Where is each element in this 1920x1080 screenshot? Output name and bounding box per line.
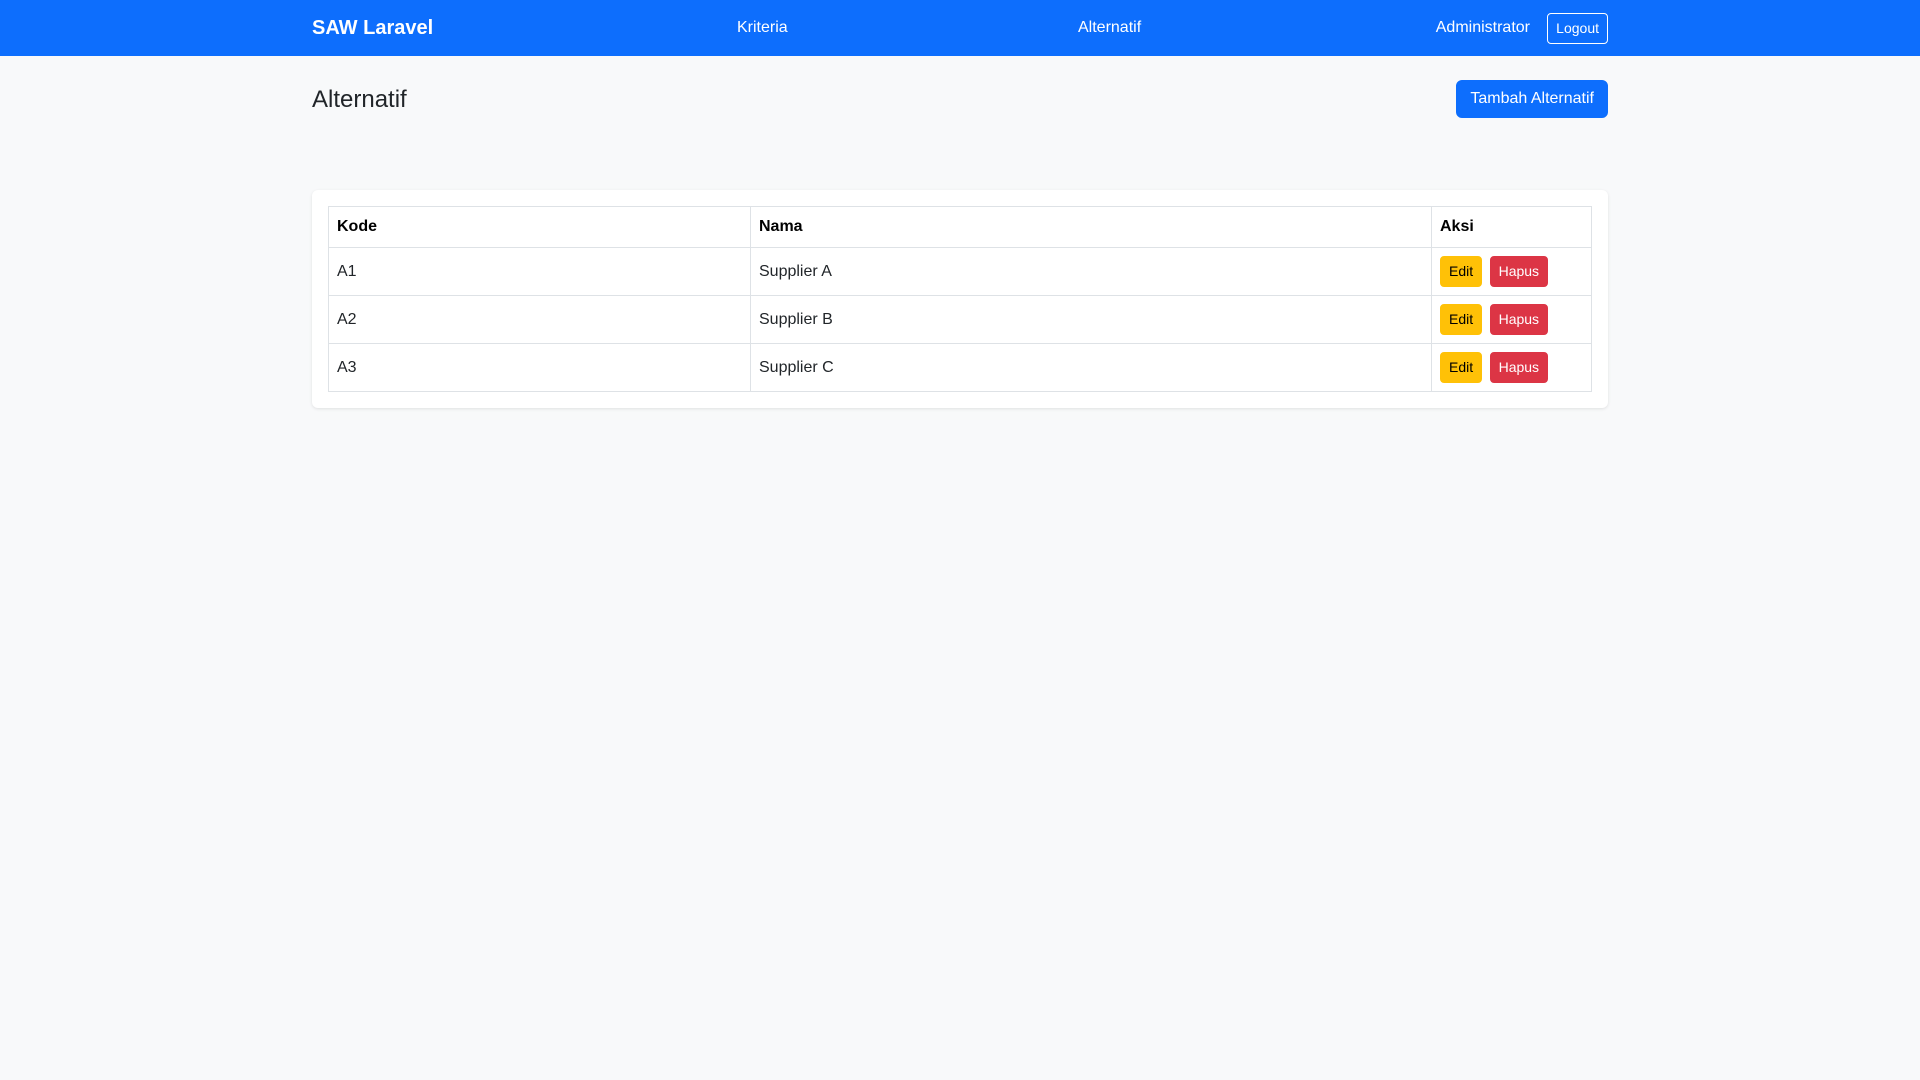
cell-kode: A2: [328, 295, 751, 344]
cell-nama: Supplier A: [750, 247, 1432, 296]
delete-button[interactable]: Hapus: [1489, 304, 1549, 335]
cell-aksi: Edit Hapus: [1431, 295, 1592, 344]
add-alternatif-button[interactable]: Tambah Alternatif: [1456, 80, 1608, 118]
cell-aksi: Edit Hapus: [1431, 247, 1592, 296]
cell-nama: Supplier C: [750, 343, 1432, 392]
edit-button[interactable]: Edit: [1440, 256, 1483, 287]
table-row: A2 Supplier B Edit Hapus: [328, 295, 1592, 344]
header-aksi: Aksi: [1431, 206, 1592, 248]
table-card: Kode Nama Aksi A1 Supplier A Edit Hapus …: [312, 190, 1608, 408]
nav-link-kriteria[interactable]: Kriteria: [737, 0, 788, 56]
table-header-row: Kode Nama Aksi: [328, 206, 1592, 248]
header-nama: Nama: [750, 206, 1432, 248]
edit-button[interactable]: Edit: [1440, 304, 1483, 335]
top-navbar: SAW Laravel Kriteria Alternatif Administ…: [0, 0, 1920, 56]
nav-link-alternatif[interactable]: Alternatif: [1078, 0, 1141, 56]
page-header: Alternatif Tambah Alternatif: [312, 56, 1608, 133]
page-title: Alternatif: [312, 86, 407, 113]
table-row: A1 Supplier A Edit Hapus: [328, 247, 1592, 296]
cell-aksi: Edit Hapus: [1431, 343, 1592, 392]
cell-nama: Supplier B: [750, 295, 1432, 344]
user-name: Administrator: [1435, 19, 1530, 36]
delete-button[interactable]: Hapus: [1489, 256, 1549, 287]
brand-link[interactable]: SAW Laravel: [312, 0, 433, 56]
alternatif-table: Kode Nama Aksi A1 Supplier A Edit Hapus …: [328, 206, 1592, 392]
header-kode: Kode: [328, 206, 751, 248]
cell-kode: A1: [328, 247, 751, 296]
table-row: A3 Supplier C Edit Hapus: [328, 343, 1592, 392]
main-content: Alternatif Tambah Alternatif Kode Nama A…: [312, 56, 1608, 408]
navbar-container: SAW Laravel Kriteria Alternatif Administ…: [312, 0, 1608, 56]
logout-button[interactable]: Logout: [1547, 13, 1608, 44]
cell-kode: A3: [328, 343, 751, 392]
delete-button[interactable]: Hapus: [1489, 352, 1549, 383]
edit-button[interactable]: Edit: [1440, 352, 1483, 383]
